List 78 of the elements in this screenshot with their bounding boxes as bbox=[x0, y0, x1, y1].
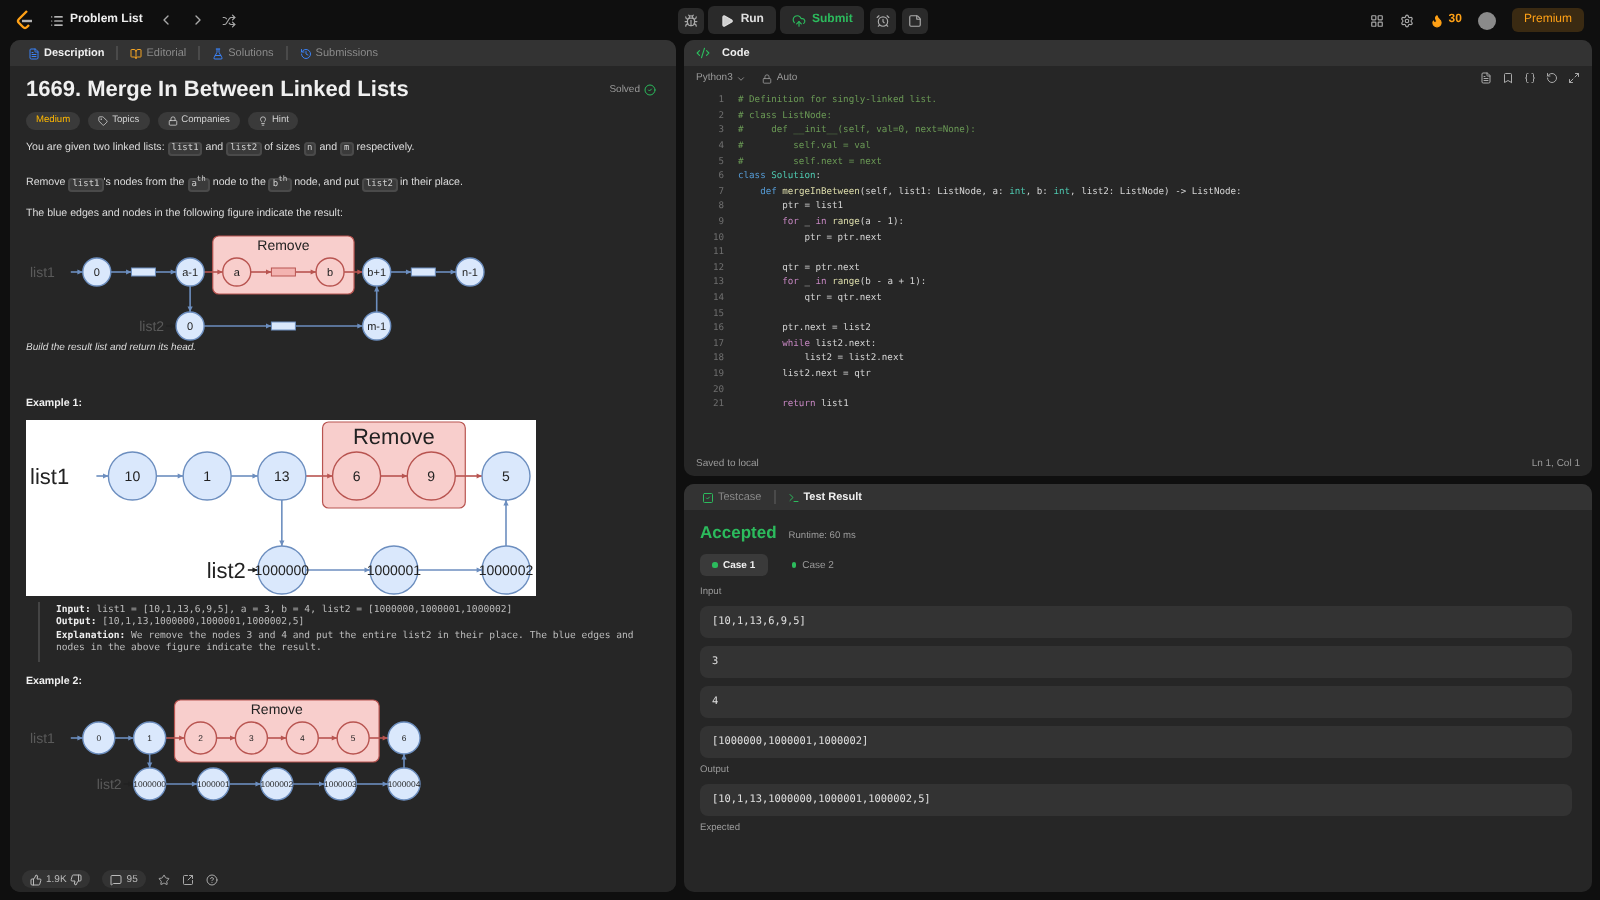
arrow bbox=[389, 268, 413, 274]
arrow bbox=[203, 268, 224, 274]
note-icon bbox=[908, 13, 923, 27]
play-icon bbox=[720, 13, 735, 27]
list-icon bbox=[50, 13, 64, 27]
avatar[interactable] bbox=[1477, 11, 1496, 29]
topics-icon bbox=[98, 116, 109, 126]
arrow bbox=[292, 781, 326, 787]
arrow bbox=[70, 268, 84, 274]
cloud-upload-icon bbox=[791, 13, 806, 27]
list-label: list1 bbox=[30, 464, 70, 489]
thumbs-up-icon bbox=[30, 873, 42, 885]
remove-label: Remove bbox=[352, 425, 435, 449]
arrow bbox=[374, 284, 380, 312]
arrow bbox=[266, 735, 288, 741]
arrow bbox=[247, 566, 259, 572]
caret-icon bbox=[736, 73, 747, 83]
help-icon[interactable] bbox=[205, 873, 218, 885]
arrow bbox=[164, 781, 199, 787]
braces-icon[interactable] bbox=[1524, 72, 1536, 84]
hint-icon bbox=[257, 116, 268, 126]
lock-icon bbox=[762, 73, 773, 83]
bookmark-icon[interactable] bbox=[1502, 72, 1514, 84]
arrow bbox=[454, 472, 483, 478]
arrow bbox=[203, 322, 273, 328]
arrow bbox=[155, 472, 184, 478]
arrow bbox=[434, 268, 457, 274]
arrow bbox=[503, 498, 509, 546]
arrow bbox=[343, 268, 364, 274]
arrow bbox=[70, 735, 84, 741]
arrow bbox=[110, 268, 133, 274]
share-icon[interactable] bbox=[181, 873, 194, 885]
arrow bbox=[154, 268, 177, 274]
arrow bbox=[379, 472, 409, 478]
companies-icon bbox=[167, 116, 178, 126]
timer-button[interactable] bbox=[870, 7, 897, 33]
dislike-icon[interactable] bbox=[70, 873, 83, 885]
description-tab-icon bbox=[28, 47, 40, 59]
reset-icon[interactable] bbox=[1546, 72, 1558, 84]
arrow bbox=[249, 268, 273, 274]
result-tab-icon bbox=[787, 491, 800, 503]
solutions-tab-icon bbox=[212, 47, 225, 59]
arrow bbox=[317, 735, 338, 741]
notes-button[interactable] bbox=[902, 7, 929, 33]
arrow bbox=[228, 781, 262, 787]
arrow bbox=[294, 322, 364, 328]
debug-button[interactable] bbox=[678, 7, 705, 33]
problem-title: 1669. Merge In Between Linked Lists bbox=[26, 78, 409, 102]
arrow bbox=[355, 781, 389, 787]
layout-icon[interactable] bbox=[1370, 13, 1385, 27]
settings-icon[interactable] bbox=[1400, 13, 1415, 27]
document-icon[interactable] bbox=[1480, 72, 1492, 84]
logo-icon[interactable] bbox=[16, 10, 34, 30]
editorial-tab-icon bbox=[130, 47, 143, 59]
arrow bbox=[114, 735, 135, 741]
arrow bbox=[417, 566, 483, 572]
alarm-clock-icon bbox=[876, 13, 891, 27]
arrow bbox=[305, 472, 334, 478]
submissions-tab-icon bbox=[299, 47, 312, 59]
code-icon bbox=[696, 46, 710, 60]
arrow bbox=[230, 472, 259, 478]
ellipsis-box bbox=[270, 320, 296, 330]
flame-icon bbox=[1430, 13, 1445, 27]
arrow bbox=[187, 284, 193, 312]
arrow bbox=[305, 566, 371, 572]
arrow bbox=[368, 735, 389, 741]
check-icon bbox=[644, 84, 656, 96]
comment-icon bbox=[110, 873, 123, 885]
arrow bbox=[279, 498, 285, 546]
shuffle-icon[interactable] bbox=[222, 13, 237, 27]
bug-icon bbox=[684, 13, 699, 27]
star-icon[interactable] bbox=[157, 873, 170, 885]
testcase-tab-icon bbox=[702, 491, 714, 503]
arrow bbox=[294, 268, 317, 274]
verdict: Accepted bbox=[700, 522, 777, 542]
list-label: list2 bbox=[206, 558, 246, 583]
arrow bbox=[164, 735, 186, 741]
arrow bbox=[215, 735, 237, 741]
